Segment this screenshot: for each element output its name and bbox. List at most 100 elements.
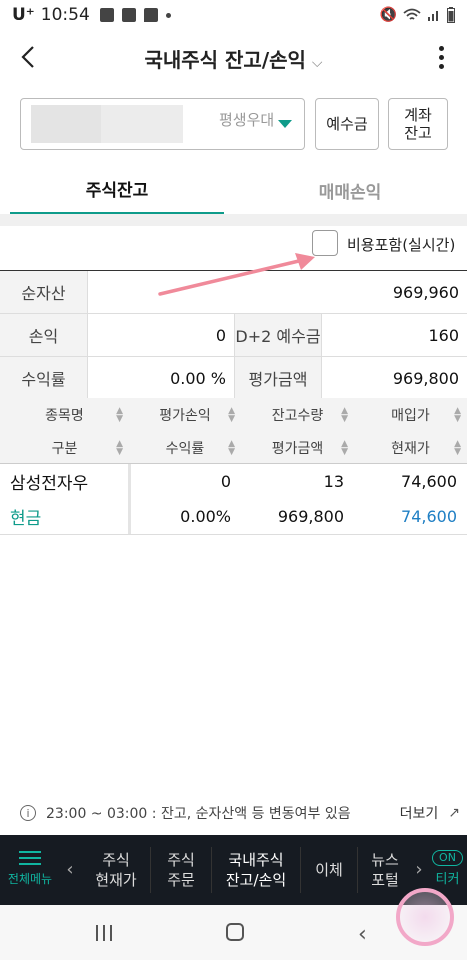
- hamburger-icon: [19, 851, 41, 865]
- mute-icon: 🔇: [379, 7, 397, 23]
- nav-news-line2: 포털: [371, 871, 399, 889]
- return-value: 0.00 %: [87, 357, 234, 399]
- tab-bar: 주식잔고 매매손익: [0, 165, 467, 217]
- page-title[interactable]: 국내주식 잔고/손익 ⌵: [0, 44, 467, 73]
- include-cost-label[interactable]: 비용포함(실시간): [347, 234, 455, 255]
- col-eval-amount[interactable]: 평가금액 ▲ ▼: [241, 431, 354, 464]
- tab-stock-balance[interactable]: 주식잔고: [10, 165, 224, 215]
- holding-type: 현금: [10, 508, 42, 529]
- chevron-down-icon[interactable]: ⌵: [312, 55, 323, 71]
- buy-price-value: 74,600: [401, 471, 457, 491]
- col-current-price-label: 현재가: [391, 440, 430, 457]
- app-header: 국내주식 잔고/손익 ⌵: [0, 32, 467, 82]
- status-bar: U⁺ 10:54 🔇: [0, 0, 467, 30]
- return-rate-value: 0.00%: [180, 506, 231, 526]
- row-divider: [0, 534, 467, 535]
- ticker-on-badge: ON: [432, 850, 463, 866]
- sort-icon: ▲ ▼: [454, 438, 461, 457]
- more-options-icon[interactable]: [431, 42, 451, 72]
- signal-icon: [428, 11, 438, 21]
- recent-apps-icon[interactable]: [96, 925, 112, 941]
- info-text: 23:00 ~ 03:00 : 잔고, 순자산액 등 변동여부 있음: [46, 806, 351, 822]
- qty-value: 13: [323, 471, 344, 491]
- dropdown-triangle-icon: [278, 120, 292, 128]
- nav-balance-pnl[interactable]: 국내주식 잔고/손익: [212, 835, 300, 905]
- nav-stock-price-line1: 주식: [102, 851, 130, 869]
- system-status-icons: 🔇: [380, 7, 455, 23]
- eval-pnl-value: 0: [220, 471, 231, 491]
- sort-icon: ▲ ▼: [116, 405, 123, 424]
- account-type-label: 평생우대: [219, 111, 275, 129]
- sort-icon: ▲ ▼: [228, 438, 235, 457]
- col-qty-label: 잔고수량: [271, 407, 324, 424]
- nav-news-line1: 뉴스: [371, 851, 399, 869]
- col-eval-pnl[interactable]: 평가손익 ▲ ▼: [129, 398, 241, 431]
- all-menu-button[interactable]: 전체메뉴: [0, 835, 60, 905]
- col-type-label: 구분: [51, 440, 78, 457]
- notification-icons: [99, 8, 171, 22]
- deposit-label: D+2 예수금: [234, 314, 321, 356]
- summary-row-return: 수익률 0.00 % 평가금액 969,800: [0, 357, 467, 400]
- col-return-rate[interactable]: 수익률 ▲ ▼: [129, 431, 241, 464]
- col-type[interactable]: 구분 ▲ ▼: [0, 431, 129, 464]
- current-price-value: 74,600: [401, 506, 457, 526]
- info-notice: i 23:00 ~ 03:00 : 잔고, 순자산액 등 변동여부 있음 더보기…: [20, 802, 460, 824]
- deposit-button[interactable]: 예수금: [315, 98, 379, 150]
- col-current-price[interactable]: 현재가 ▲ ▼: [354, 431, 467, 464]
- col-qty[interactable]: 잔고수량 ▲ ▼: [241, 398, 354, 431]
- table-row[interactable]: 삼성전자우 0 13 74,600: [0, 464, 467, 498]
- ticker-label: 티커: [435, 872, 460, 887]
- nav-transfer-label: 이체: [315, 861, 343, 879]
- col-return-rate-label: 수익률: [165, 440, 205, 457]
- back-arrow-icon[interactable]: [14, 42, 44, 72]
- nav-stock-order-line1: 주식: [167, 851, 195, 869]
- nav-news-portal[interactable]: 뉴스포털: [358, 835, 412, 905]
- nav-transfer[interactable]: 이체: [301, 835, 357, 905]
- assistive-touch-icon[interactable]: [396, 888, 454, 946]
- system-back-icon[interactable]: ‹: [358, 922, 367, 947]
- battery-icon: [447, 7, 455, 23]
- nav-stock-price-line2: 현재가: [95, 871, 137, 889]
- sort-icon: ▲ ▼: [454, 405, 461, 424]
- return-label: 수익률: [0, 357, 87, 399]
- chevron-left-icon[interactable]: ‹: [60, 835, 80, 905]
- col-buy-price-label: 매입가: [391, 407, 430, 424]
- pnl-value: 0: [87, 314, 234, 356]
- annotation-arrow-icon: [158, 253, 315, 296]
- table-row[interactable]: 현금 0.00% 969,800 74,600: [0, 499, 467, 533]
- net-assets-label: 순자산: [0, 271, 87, 313]
- column-divider: [128, 464, 131, 534]
- sort-icon: ▲ ▼: [341, 405, 348, 424]
- holdings-header: 종목명 ▲ ▼ 평가손익 ▲ ▼ 잔고수량 ▲ ▼ 매입가 ▲ ▼ 구분 ▲ ▼ 수익률 ▲ ▼ 평가금…: [0, 398, 467, 464]
- external-link-icon[interactable]: ↗: [448, 805, 460, 821]
- stock-name: 삼성전자우: [10, 473, 89, 494]
- account-balance-line1: 계좌: [404, 106, 432, 124]
- all-menu-label: 전체메뉴: [7, 872, 53, 886]
- nav-stock-order[interactable]: 주식주문: [151, 835, 211, 905]
- carrier-label: U⁺: [12, 5, 35, 25]
- eval-label: 평가금액: [234, 357, 321, 399]
- masked-account-number: [31, 105, 183, 143]
- message-notification-icon: [143, 8, 158, 22]
- clock: 10:54: [40, 5, 90, 25]
- home-icon[interactable]: [226, 923, 244, 941]
- col-stock-name[interactable]: 종목명 ▲ ▼: [0, 398, 129, 431]
- nav-stock-price[interactable]: 주식현재가: [82, 835, 150, 905]
- tab-trading-pnl[interactable]: 매매손익: [234, 165, 466, 215]
- account-balance-button[interactable]: 계좌 잔고: [388, 98, 448, 150]
- sort-icon: ▲ ▼: [341, 438, 348, 457]
- pnl-label: 손익: [0, 314, 87, 356]
- page-title-text: 국내주식 잔고/손익: [144, 48, 306, 72]
- nav-balance-pnl-line2: 잔고/손익: [225, 871, 287, 889]
- app-notification-icon: [99, 8, 114, 22]
- sort-icon: ▲ ▼: [116, 438, 123, 457]
- bottom-nav: 전체메뉴 ‹ 주식 현재가 주식 주문 국내주식 잔고/손익 이체 뉴스 포털 › ON…: [0, 835, 467, 905]
- account-selector[interactable]: 평생우대: [20, 98, 305, 150]
- more-link[interactable]: 더보기: [400, 803, 439, 823]
- col-eval-amount-label: 평가금액: [271, 440, 324, 457]
- more-notifications-icon: [165, 12, 171, 18]
- col-buy-price[interactable]: 매입가 ▲ ▼: [354, 398, 467, 431]
- col-eval-pnl-label: 평가손익: [159, 407, 211, 424]
- nav-stock-order-line2: 주문: [167, 871, 195, 889]
- section-divider: [0, 214, 467, 226]
